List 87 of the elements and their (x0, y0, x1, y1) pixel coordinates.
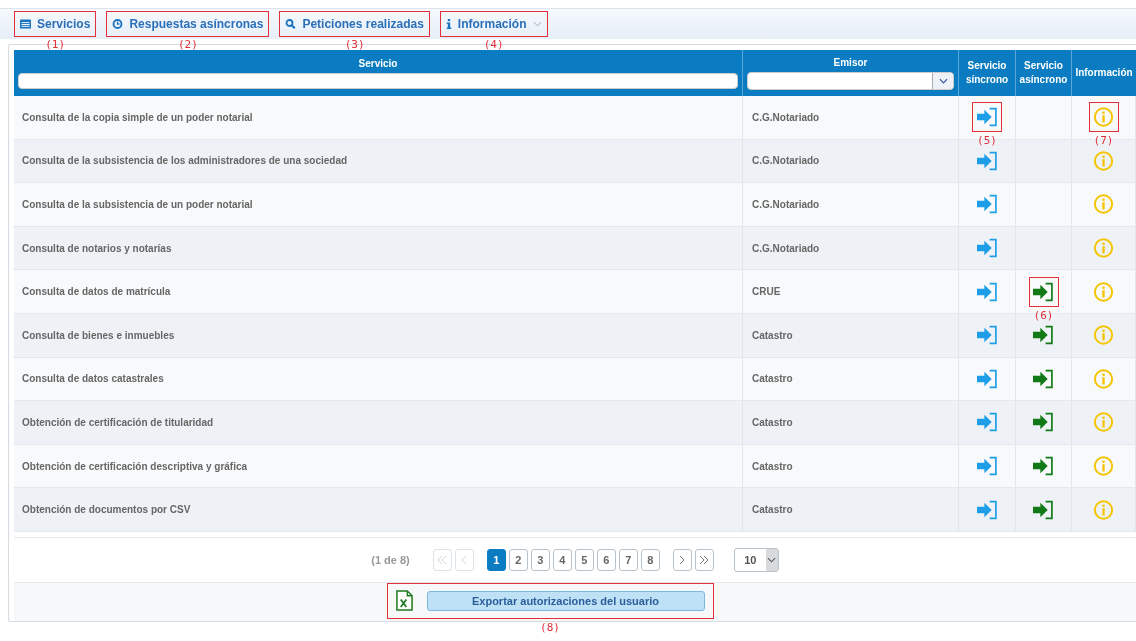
table-cell: Consulta de bienes e inmuebles (22, 329, 175, 341)
caret-icon (938, 77, 948, 84)
callout-number: (5) (977, 134, 997, 148)
clock-icon (112, 19, 124, 29)
table-cell: Consulta de datos catastrales (22, 373, 164, 385)
callout-number: (8) (540, 620, 560, 634)
table-cell: C.G.Notariado (752, 111, 820, 123)
table-cell: CRUE (752, 286, 781, 298)
table-cell: C.G.Notariado (752, 199, 820, 210)
table-cell: Catastro (752, 373, 793, 385)
page-button[interactable]: 4 (552, 548, 572, 571)
info-icon[interactable] (1093, 194, 1114, 215)
callout-number: (3) (344, 38, 365, 51)
info-icon[interactable] (1093, 412, 1114, 433)
callout-number: (7) (1093, 134, 1114, 148)
callout-number: (1) (45, 38, 66, 51)
column-title: Servicio asíncrono (1018, 59, 1069, 87)
table-cell: Consulta de datos de matrícula (22, 286, 171, 298)
enter-arrow-icon[interactable] (976, 456, 998, 477)
enter-arrow-icon[interactable] (976, 107, 998, 128)
enter-arrow-icon[interactable] (1033, 499, 1054, 520)
table-cell: C.G.Notariado (752, 242, 820, 254)
toolbar-tab[interactable]: Respuestas asíncronas (106, 11, 270, 37)
info-icon[interactable] (1093, 150, 1114, 171)
double-chevron-left-icon (437, 554, 448, 565)
page-button[interactable]: 1 (486, 548, 506, 571)
callout-number: (6) (1033, 308, 1054, 322)
caret-icon (767, 556, 777, 563)
enter-arrow-icon[interactable] (1033, 368, 1054, 389)
filter-dropdown[interactable] (747, 71, 954, 90)
info-icon[interactable] (1093, 368, 1114, 389)
enter-arrow-icon[interactable] (1033, 456, 1054, 477)
last-page-button[interactable] (694, 548, 714, 571)
table-cell: Consulta de la subsistencia de los administradores de una sociedad (22, 155, 348, 167)
enter-arrow-icon[interactable] (976, 412, 998, 433)
enter-arrow-icon[interactable] (1033, 412, 1054, 433)
column-title: Servicio (358, 57, 398, 69)
double-chevron-right-icon (699, 554, 710, 565)
info-icon[interactable] (1093, 238, 1114, 259)
search-icon (285, 19, 297, 29)
list-icon (20, 19, 31, 29)
table-cell: Catastro (752, 329, 793, 341)
page-button[interactable]: 5 (574, 548, 594, 571)
info-icon[interactable] (1093, 107, 1114, 128)
table-cell: Consulta de notarios y notarías (22, 242, 172, 254)
table-cell: Consulta de la copia simple de un poder notarial (22, 111, 253, 123)
caret-icon (532, 21, 542, 27)
enter-arrow-icon[interactable] (976, 238, 998, 259)
column-title: Emisor (833, 56, 868, 68)
table-cell: Catastro (752, 504, 793, 516)
column-title: Información (1074, 66, 1134, 80)
export-button[interactable]: Exportar autorizaciones del usuario (426, 590, 705, 611)
page-button[interactable]: 8 (640, 548, 660, 571)
page-size-select[interactable]: 10 (733, 547, 779, 572)
table-cell: Obtención de certificación de titularidad (22, 416, 214, 428)
callout-number: (4) (483, 38, 504, 51)
callout-number: (2) (177, 38, 198, 51)
filter-field[interactable] (18, 72, 738, 89)
enter-arrow-icon[interactable] (976, 325, 998, 346)
table-cell: C.G.Notariado (752, 155, 820, 167)
enter-arrow-icon[interactable] (1033, 325, 1054, 346)
spreadsheet-file-icon[interactable] (395, 590, 413, 612)
table-cell: Consulta de la subsistencia de un poder notarial (22, 199, 253, 210)
column-title: Servicio síncrono (964, 59, 1010, 87)
page-button[interactable]: 6 (596, 548, 616, 571)
info-icon[interactable] (1093, 499, 1114, 520)
page-button[interactable]: 2 (508, 548, 528, 571)
enter-arrow-icon[interactable] (976, 281, 998, 302)
toolbar-tab[interactable]: Peticiones realizadas (279, 11, 430, 37)
enter-arrow-icon[interactable] (976, 194, 998, 215)
table-cell: Obtención de certificación descriptiva y gráfica (22, 460, 248, 472)
page-summary: (1 de 8) (371, 553, 410, 566)
info-icon[interactable] (1093, 456, 1114, 477)
enter-arrow-icon[interactable] (976, 150, 998, 171)
table-cell: Catastro (752, 416, 793, 428)
enter-arrow-icon[interactable] (1033, 281, 1054, 302)
page-button[interactable]: 7 (618, 548, 638, 571)
table-cell: Obtención de documentos por CSV (22, 504, 191, 516)
enter-arrow-icon[interactable] (976, 368, 998, 389)
toolbar-tab[interactable]: Información (439, 11, 548, 37)
table-cell: Catastro (752, 460, 793, 472)
info-icon[interactable] (1093, 325, 1114, 346)
enter-arrow-icon[interactable] (976, 499, 998, 520)
info-icon[interactable] (1093, 281, 1114, 302)
toolbar-tab[interactable]: Servicios (14, 11, 97, 37)
page-button[interactable]: 3 (530, 548, 550, 571)
info-icon (445, 19, 452, 29)
